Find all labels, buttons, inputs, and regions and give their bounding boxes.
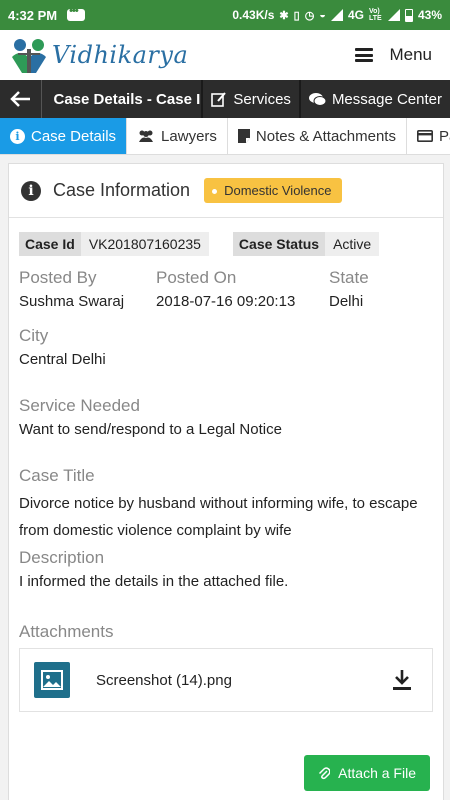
case-id-label: Case Id — [19, 232, 81, 256]
tab-label: Case Details — [31, 127, 117, 145]
state-value: Delhi — [329, 293, 364, 310]
case-status-label: Case Status — [232, 232, 326, 256]
description-value: I informed the details in the attached f… — [19, 573, 289, 590]
attachment-item[interactable]: Screenshot (14).png — [19, 648, 433, 712]
card-header: i Case Information Domestic Violence — [9, 164, 443, 218]
attachments-label: Attachments — [19, 622, 114, 641]
case-status-value: Active — [325, 232, 380, 256]
case-id-badge: Case Id VK201807160235 — [19, 232, 209, 256]
edit-icon — [211, 92, 227, 107]
posted-info: Posted By Sushma Swaraj Posted On 2018-0… — [19, 268, 433, 312]
description-label: Description — [19, 548, 105, 567]
chat-icon — [308, 92, 326, 106]
case-id-value: VK201807160235 — [80, 232, 209, 256]
bluetooth-icon: ✱ — [279, 9, 289, 22]
status-time: 4:32 PM — [8, 7, 58, 23]
service-needed-value: Want to send/respond to a Legal Notice — [19, 421, 282, 438]
attachment-file-name: Screenshot (14).png — [96, 671, 232, 689]
tab-notes-attachments[interactable]: Notes & Attachments — [228, 118, 407, 154]
network-type: 4G — [347, 8, 364, 22]
tab-label: Lawyers — [161, 127, 217, 145]
battery-icon — [404, 8, 413, 22]
posted-by-value: Sushma Swaraj — [19, 293, 125, 310]
hamburger-icon — [355, 48, 374, 62]
service-needed-label: Service Needed — [19, 396, 140, 415]
info-circle-icon: i — [10, 128, 25, 144]
message-center-label: Message Center — [331, 90, 442, 108]
tab-label: Notes & Attachments — [255, 127, 396, 145]
services-button[interactable]: Services — [203, 80, 301, 118]
signal-icon — [330, 9, 343, 21]
picture-icon — [41, 670, 63, 690]
case-title-label: Case Title — [19, 466, 95, 485]
app-header: Vidhikarya Menu — [0, 30, 450, 80]
signal-icon-2 — [387, 9, 400, 21]
image-file-icon — [34, 662, 70, 698]
status-bar: 4:32 PM 0.43K/s ✱ ▯ ◷ ◒ 4G Vo) LTE 43% — [0, 0, 450, 30]
paperclip-icon — [319, 767, 331, 780]
case-information-card: i Case Information Domestic Violence Cas… — [8, 163, 444, 800]
battery-level: 43% — [417, 8, 442, 22]
card-title: Case Information — [53, 180, 191, 200]
menu-label: Menu — [389, 45, 432, 64]
case-title-value: Divorce notice by husband without inform… — [19, 495, 418, 539]
case-category-tag: Domestic Violence — [204, 178, 342, 203]
brand-logo[interactable]: Vidhikarya — [8, 35, 188, 75]
info-icon: i — [21, 180, 41, 201]
card-body: Case Id VK201807160235 Case Status Activ… — [9, 218, 443, 712]
attach-file-button[interactable]: Attach a File — [304, 755, 430, 791]
alarm-icon: ◷ — [304, 9, 315, 22]
download-icon[interactable] — [392, 669, 412, 691]
note-icon — [237, 129, 250, 143]
posted-by-label: Posted By — [19, 268, 97, 287]
vibrate-icon: ▯ — [293, 9, 300, 22]
network-speed: 0.43K/s — [232, 8, 275, 22]
notification-icon — [67, 5, 86, 21]
wifi-icon: ◒ — [319, 9, 326, 21]
city-value: Central Delhi — [19, 351, 106, 368]
credit-card-icon — [416, 130, 433, 142]
attach-file-label: Attach a File — [338, 765, 416, 781]
case-tabs: i Case Details Lawyers Notes & Attachmen… — [0, 118, 450, 155]
tab-case-details[interactable]: i Case Details — [0, 118, 128, 154]
brand-name: Vidhikarya — [52, 41, 189, 69]
users-icon — [139, 130, 154, 142]
tab-payments[interactable]: Paym — [407, 118, 450, 154]
menu-button[interactable]: Menu — [355, 45, 432, 65]
back-button[interactable] — [0, 80, 42, 118]
scales-logo-icon — [12, 39, 46, 73]
case-toolbar: Case Details - Case I... Services Messag… — [0, 80, 450, 118]
state-label: State — [329, 268, 369, 287]
services-label: Services — [233, 90, 291, 108]
arrow-left-icon — [10, 91, 31, 107]
tab-label: Paym — [438, 127, 450, 145]
case-status-badge: Case Status Active — [232, 232, 380, 256]
volte-label: Vo) LTE — [368, 8, 382, 22]
message-center-button[interactable]: Message Center — [301, 80, 450, 118]
city-label: City — [19, 326, 49, 345]
tab-lawyers[interactable]: Lawyers — [127, 118, 228, 154]
toolbar-title: Case Details - Case I... — [42, 80, 204, 118]
posted-on-label: Posted On — [156, 268, 237, 287]
posted-on-value: 2018-07-16 09:20:13 — [156, 293, 296, 310]
